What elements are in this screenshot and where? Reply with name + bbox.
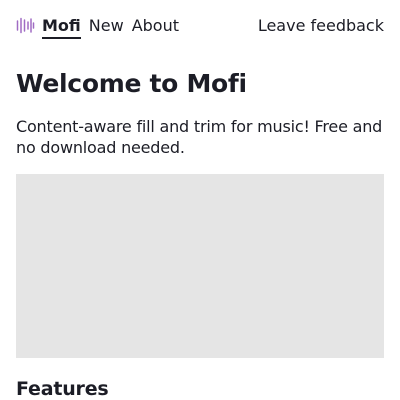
nav-link-about[interactable]: About bbox=[132, 14, 179, 38]
nav-link-new[interactable]: New bbox=[89, 14, 124, 38]
leave-feedback-link[interactable]: Leave feedback bbox=[258, 14, 384, 38]
features-heading: Features bbox=[16, 378, 109, 400]
page-title: Welcome to Mofi bbox=[16, 69, 247, 98]
media-placeholder bbox=[16, 174, 384, 358]
top-navbar: Mofi New About Leave feedback bbox=[16, 14, 384, 40]
nav-brand-link[interactable]: Mofi bbox=[42, 14, 81, 39]
waveform-icon[interactable] bbox=[16, 17, 35, 34]
page-description: Content-aware fill and trim for music! F… bbox=[16, 117, 383, 157]
page: Mofi New About Leave feedback Welcome to… bbox=[0, 0, 400, 400]
